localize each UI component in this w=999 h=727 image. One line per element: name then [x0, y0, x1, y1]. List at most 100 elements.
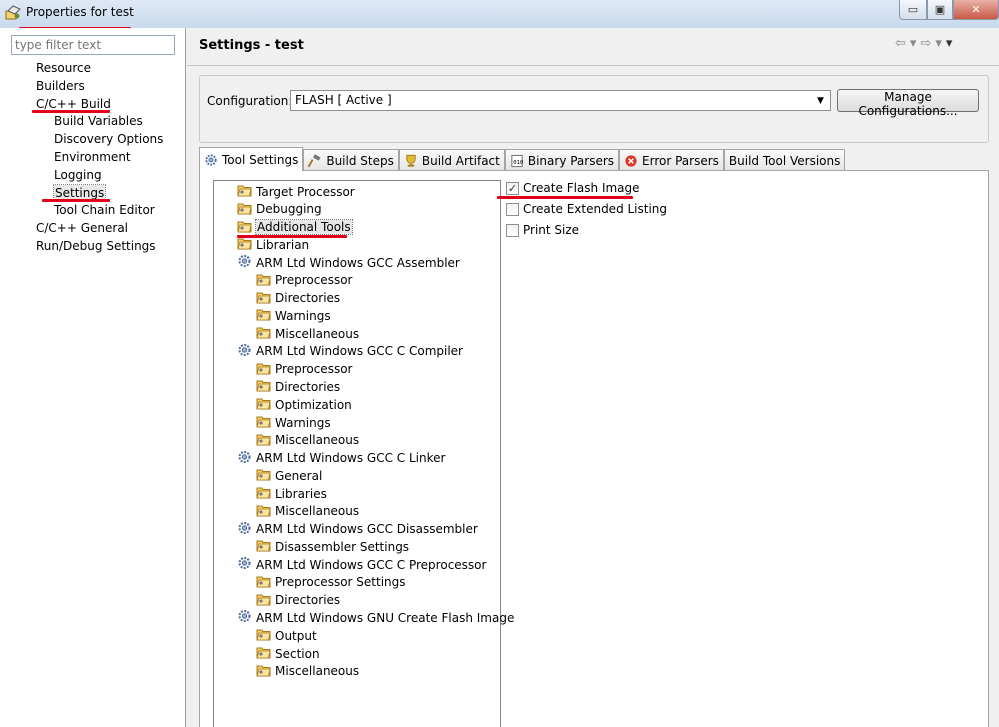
tree-node-arm-ltd-windows-gcc-c-linker[interactable]: ARM Ltd Windows GCC C Linker: [237, 450, 445, 467]
nav-item-discovery-options[interactable]: Discovery Options: [54, 131, 163, 147]
folder-icon: [256, 467, 271, 484]
tree-node-preprocessor[interactable]: Preprocessor: [256, 272, 352, 289]
nav-item-logging[interactable]: Logging: [54, 167, 102, 183]
tab-binary-parsers[interactable]: 010 Binary Parsers: [504, 149, 620, 171]
tab-tool-settings[interactable]: Tool Settings: [199, 147, 304, 171]
tree-node-miscellaneous[interactable]: Miscellaneous: [256, 325, 359, 342]
tree-node-optimization[interactable]: Optimization: [256, 396, 352, 413]
folder-icon: [256, 396, 271, 413]
tab-label: Build Artifact: [421, 153, 500, 168]
filter-input[interactable]: [11, 35, 175, 55]
tree-node-warnings[interactable]: Warnings: [256, 307, 331, 324]
tab-label: Build Steps: [326, 153, 394, 168]
tree-node-preprocessor-settings[interactable]: Preprocessor Settings: [256, 574, 406, 591]
tree-node-label: Warnings: [275, 308, 331, 323]
tab-build-artifact[interactable]: Build Artifact: [398, 149, 505, 171]
tree-node-label: Section: [275, 646, 320, 661]
tab-label: Binary Parsers: [527, 153, 615, 168]
trophy-icon: [404, 154, 418, 168]
forward-arrow-icon[interactable]: ⇨: [920, 36, 931, 51]
tree-node-preprocessor[interactable]: Preprocessor: [256, 361, 352, 378]
tree-node-warnings[interactable]: Warnings: [256, 414, 331, 431]
tree-node-miscellaneous[interactable]: Miscellaneous: [256, 663, 359, 680]
checkbox[interactable]: [506, 223, 519, 237]
tree-node-arm-ltd-windows-gcc-c-preprocessor[interactable]: ARM Ltd Windows GCC C Preprocessor: [237, 556, 486, 573]
tree-node-label: ARM Ltd Windows GCC Assembler: [256, 255, 460, 270]
nav-item-builders[interactable]: Builders: [36, 78, 85, 94]
folder-icon: [237, 183, 252, 200]
tool-settings-tree[interactable]: Target Processor Debugging Additional Tool…: [213, 180, 514, 727]
back-arrow-icon[interactable]: ⇦: [895, 36, 906, 51]
nav-item-resource[interactable]: Resource: [36, 60, 91, 76]
gear-icon: [237, 609, 252, 626]
folder-icon: [256, 361, 271, 378]
tree-node-label: Warnings: [275, 415, 331, 430]
folder-icon: [256, 485, 271, 502]
tree-node-label: Miscellaneous: [275, 326, 360, 341]
tab-error-parsers[interactable]: Error Parsers: [619, 149, 724, 171]
tree-node-label: Debugging: [256, 202, 322, 217]
tree-node-label: Librarian: [256, 237, 310, 252]
tree-node-librarian[interactable]: Librarian: [237, 236, 309, 253]
folder-icon: [256, 290, 271, 307]
configuration-select[interactable]: FLASH [ Active ] ▼: [290, 90, 831, 111]
tree-node-label: Additional Tools: [255, 219, 353, 236]
tree-node-directories[interactable]: Directories: [256, 378, 340, 395]
tree-node-arm-ltd-windows-gcc-c-compiler[interactable]: ARM Ltd Windows GCC C Compiler: [237, 343, 463, 360]
close-button[interactable]: ✕: [953, 0, 999, 20]
create-flash-underline-annotation: [497, 196, 633, 199]
chevron-down-icon[interactable]: ▼: [813, 93, 828, 108]
tree-node-general[interactable]: General: [256, 467, 322, 484]
folder-icon: [256, 627, 271, 644]
maximize-button[interactable]: ▣: [927, 0, 953, 20]
tree-node-output[interactable]: Output: [256, 627, 317, 644]
tree-node-label: Libraries: [275, 486, 327, 501]
nav-item-c-c-general[interactable]: C/C++ General: [36, 220, 128, 236]
tree-node-directories[interactable]: Directories: [256, 592, 340, 609]
tree-node-section[interactable]: Section: [256, 645, 320, 662]
checkbox[interactable]: [506, 202, 519, 216]
option-print-size[interactable]: Print Size: [506, 223, 579, 237]
tree-node-libraries[interactable]: Libraries: [256, 485, 327, 502]
folder-icon: [256, 325, 271, 342]
forward-menu-icon[interactable]: ▾: [935, 36, 942, 51]
folder-icon: [256, 574, 271, 591]
back-menu-icon[interactable]: ▾: [910, 36, 917, 51]
folder-icon: [237, 219, 252, 236]
tree-node-label: Preprocessor: [275, 362, 353, 377]
folder-icon: [256, 432, 271, 449]
nav-item-tool-chain-editor[interactable]: Tool Chain Editor: [54, 202, 155, 218]
tree-node-arm-ltd-windows-gcc-disassembler[interactable]: ARM Ltd Windows GCC Disassembler: [237, 521, 478, 538]
option-create-extended-listing[interactable]: Create Extended Listing: [506, 202, 667, 216]
nav-item-run-debug-settings[interactable]: Run/Debug Settings: [36, 238, 156, 254]
nav-item-build-variables[interactable]: Build Variables: [54, 113, 143, 129]
history-nav: ⇦ ▾ ⇨ ▾ ▾: [895, 36, 952, 51]
tree-node-target-processor[interactable]: Target Processor: [237, 183, 355, 200]
folder-icon: [256, 414, 271, 431]
tree-node-directories[interactable]: Directories: [256, 290, 340, 307]
tree-node-miscellaneous[interactable]: Miscellaneous: [256, 432, 359, 449]
tree-node-debugging[interactable]: Debugging: [237, 201, 322, 218]
configuration-label: Configuration:: [207, 94, 293, 108]
tree-node-label: Disassembler Settings: [275, 539, 410, 554]
tree-node-arm-ltd-windows-gcc-assembler[interactable]: ARM Ltd Windows GCC Assembler: [237, 254, 460, 271]
tab-build-tool-versions[interactable]: Build Tool Versions: [723, 149, 846, 171]
tree-node-label: ARM Ltd Windows GCC C Compiler: [256, 344, 463, 359]
gear-icon: [204, 153, 218, 167]
checkbox[interactable]: ✓: [506, 181, 519, 195]
minimize-button[interactable]: ▭: [899, 0, 927, 20]
view-menu-icon[interactable]: ▾: [946, 36, 953, 51]
folder-icon: [256, 307, 271, 324]
tree-node-label: ARM Ltd Windows GCC C Linker: [256, 451, 446, 466]
option-create-flash-image[interactable]: ✓ Create Flash Image: [506, 181, 640, 195]
nav-item-environment[interactable]: Environment: [54, 149, 131, 165]
tree-node-disassembler-settings[interactable]: Disassembler Settings: [256, 538, 409, 555]
tree-node-additional-tools[interactable]: Additional Tools: [237, 219, 353, 236]
tree-node-arm-ltd-windows-gnu-create-flash-image[interactable]: ARM Ltd Windows GNU Create Flash Image: [237, 609, 514, 626]
manage-configurations-button[interactable]: Manage Configurations...: [837, 89, 979, 118]
folder-icon: [256, 538, 271, 555]
gear-icon: [237, 343, 252, 360]
tab-build-steps[interactable]: Build Steps: [303, 149, 399, 171]
tree-node-miscellaneous[interactable]: Miscellaneous: [256, 503, 359, 520]
folder-icon: [237, 201, 252, 218]
